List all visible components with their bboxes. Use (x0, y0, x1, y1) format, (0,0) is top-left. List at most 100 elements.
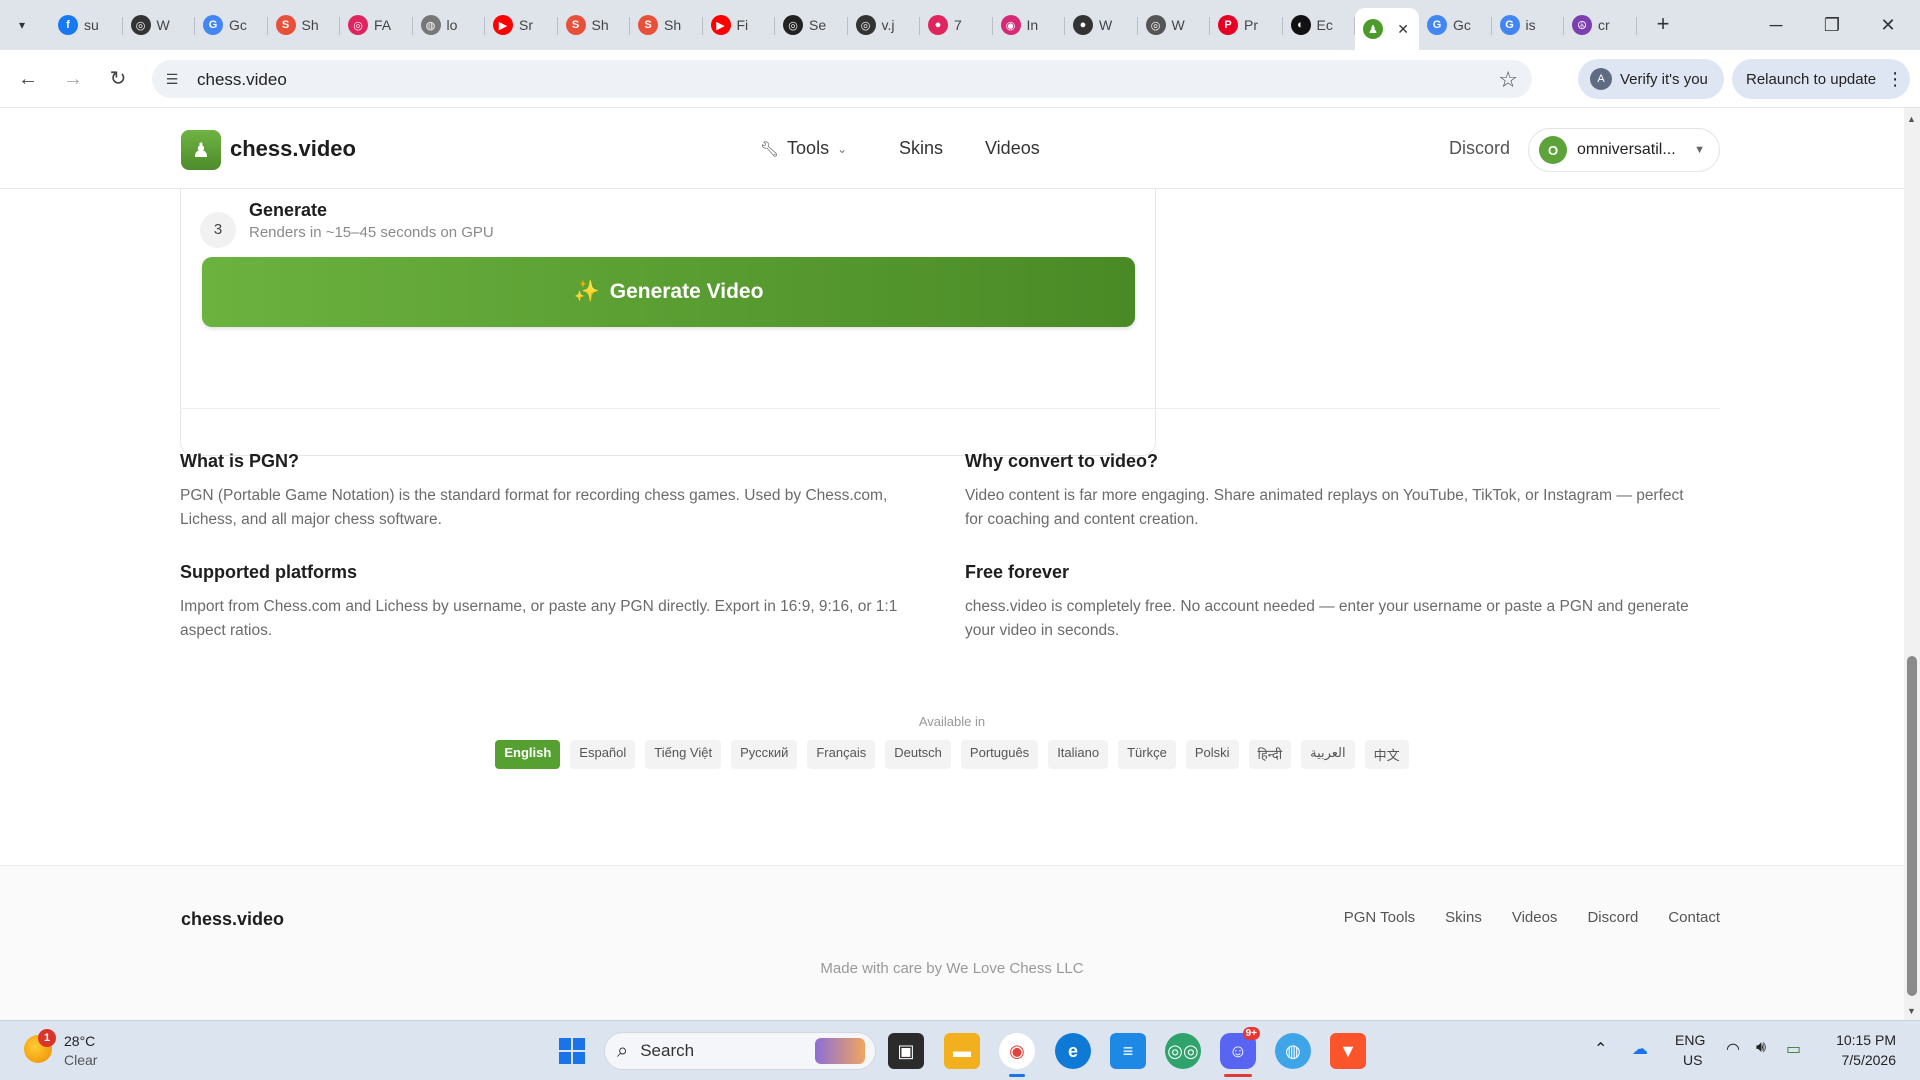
language-option[interactable]: Русский (731, 740, 798, 769)
brave-icon[interactable]: ▼ (1330, 1033, 1366, 1069)
wifi-icon[interactable]: ◠ (1726, 1039, 1740, 1059)
browser-tab[interactable]: ◍ lo (413, 8, 485, 42)
chess-pawn-logo-icon[interactable]: ♟ (181, 130, 221, 170)
nav-skins[interactable]: Skins (899, 138, 943, 159)
browser-tab[interactable]: Gis (1492, 8, 1564, 42)
relaunch-update-button[interactable]: Relaunch to update ⋮ (1732, 59, 1910, 99)
browser-tab[interactable]: ◎ v.j (848, 8, 920, 42)
notepad-icon[interactable]: ≡ (1110, 1033, 1146, 1069)
language-option[interactable]: Italiano (1048, 740, 1109, 769)
tab-title: 7 (954, 17, 962, 33)
user-menu-button[interactable]: O omniversatil... ▼ (1528, 128, 1720, 172)
language-selector: English Español Tiếng Việt Русский Français D… (0, 740, 1904, 769)
browser-tab[interactable]: P Pr (1210, 8, 1283, 42)
language-option[interactable]: Português (960, 740, 1039, 769)
clock-date[interactable]: 7/5/2026 (1832, 1052, 1897, 1068)
language-option[interactable]: हिन्दी (1248, 740, 1292, 769)
edge-icon[interactable]: e (1055, 1033, 1091, 1069)
weather-temperature: 28°C (64, 1033, 96, 1049)
show-hidden-icons-chevron-icon[interactable]: ⌃ (1594, 1039, 1607, 1059)
browser-tab-strip: ▾ f su ◎ W G Gc S Sh ◎ FA ◍ lo ▶ Sr S Sh S Sh ▶ Fi ◎ Se ◎ v.j ● 7… (0, 0, 1920, 50)
browser-tab[interactable]: S Sh (558, 8, 630, 42)
browser-tab[interactable]: ◎ FA (340, 8, 413, 42)
nav-tools-dropdown[interactable]: 🔧︎ Tools ⌄ (760, 138, 847, 159)
browser-tab[interactable]: ● 7 (920, 8, 993, 42)
site-info-icon[interactable]: ☰ (162, 69, 182, 89)
footer-link[interactable]: Videos (1512, 909, 1558, 926)
browser-tab[interactable]: ◉ In (993, 8, 1065, 42)
file-explorer-icon[interactable]: ▬ (944, 1033, 980, 1069)
browser-tab[interactable]: ☮ cr (1564, 8, 1637, 42)
input-language-bottom[interactable]: US (1683, 1052, 1702, 1068)
scroll-down-arrow-icon[interactable]: ▼ (1907, 1006, 1916, 1016)
language-option[interactable]: Türkçe (1118, 740, 1176, 769)
language-option[interactable]: Polski (1185, 740, 1239, 769)
site-logo-text[interactable]: chess.video (230, 136, 356, 162)
minimize-icon[interactable]: ─ (1756, 10, 1796, 40)
browser-tab[interactable]: G Gc (195, 8, 268, 42)
close-window-icon[interactable]: ✕ (1868, 10, 1908, 40)
volume-icon[interactable]: 🔊︎ (1756, 1039, 1766, 1057)
input-language-top[interactable]: ENG (1675, 1032, 1705, 1048)
footer-link[interactable]: PGN Tools (1344, 909, 1415, 926)
tab-title: v.j (881, 17, 895, 33)
generate-video-button[interactable]: ✨ Generate Video (202, 257, 1135, 327)
browser-tab[interactable]: ♟ ✕ (1355, 8, 1419, 50)
weather-widget[interactable]: 1 28°C Clear (24, 1029, 134, 1073)
task-view-icon[interactable]: ▣ (888, 1033, 924, 1069)
browser-tab[interactable]: ● W (1065, 8, 1138, 42)
chrome-icon[interactable]: ◉ (999, 1033, 1035, 1069)
windows-start-icon[interactable] (554, 1033, 590, 1069)
user-name: omniversatil... (1577, 141, 1676, 158)
url-text[interactable]: chess.video (197, 70, 287, 90)
browser-tab[interactable]: ◐ Ec (1283, 8, 1355, 42)
language-option[interactable]: 中文 (1364, 740, 1409, 769)
tripadvisor-owl-icon[interactable]: ◎◎ (1165, 1033, 1201, 1069)
language-option[interactable]: Deutsch (885, 740, 951, 769)
nav-videos[interactable]: Videos (985, 138, 1040, 159)
browser-tab[interactable]: S Sh (630, 8, 703, 42)
discord-icon[interactable]: ☺ 9+ (1220, 1027, 1260, 1069)
new-tab-plus-icon[interactable]: + (1650, 12, 1676, 38)
browser-tab[interactable]: f su (50, 8, 123, 42)
onedrive-cloud-icon[interactable]: ☁ (1632, 1039, 1648, 1059)
page-scrollbar[interactable]: ▲ ▼ (1904, 108, 1920, 1020)
address-bar[interactable]: ☰ chess.video ☆ (152, 60, 1532, 98)
language-option[interactable]: Français (807, 740, 876, 769)
browser-tab[interactable]: ◎ Se (775, 8, 848, 42)
bookmark-star-icon[interactable]: ☆ (1498, 67, 1518, 93)
browser-tab[interactable]: S Sh (268, 8, 340, 42)
back-arrow-icon[interactable]: ← (14, 65, 42, 93)
tab-search-chevron-icon[interactable]: ▾ (8, 11, 36, 39)
reload-icon[interactable]: ↻ (104, 65, 132, 93)
taskbar-search-box[interactable]: ⌕ Search (604, 1032, 876, 1070)
close-tab-icon[interactable]: ✕ (1397, 21, 1409, 38)
record-icon: ● (928, 15, 948, 35)
language-option[interactable]: Español (570, 740, 636, 769)
footer-brand[interactable]: chess.video (181, 909, 284, 930)
globe-app-icon[interactable]: ◍ (1275, 1033, 1311, 1069)
browser-tab[interactable]: ◎ W (123, 8, 195, 42)
footer-link[interactable]: Skins (1445, 909, 1482, 926)
language-option[interactable]: العربية (1301, 740, 1355, 769)
browser-tab[interactable]: ◎ W (1138, 8, 1210, 42)
footer-link[interactable]: Discord (1587, 909, 1638, 926)
forward-arrow-icon[interactable]: → (59, 65, 87, 93)
step-title: Generate (249, 200, 328, 220)
tab-title: Sh (664, 17, 682, 33)
more-menu-icon[interactable]: ⋮ (1886, 69, 1904, 90)
footer-link[interactable]: Contact (1668, 909, 1720, 926)
browser-tab[interactable]: G Gc (1419, 8, 1492, 42)
browser-tab[interactable]: ▶ Sr (485, 8, 558, 42)
browser-tab[interactable]: ▶ Fi (703, 8, 775, 42)
clock-time[interactable]: 10:15 PM (1832, 1032, 1896, 1048)
restore-icon[interactable]: ❐ (1812, 10, 1852, 40)
language-option[interactable]: Tiếng Việt (645, 740, 722, 769)
battery-icon[interactable]: ▭ (1786, 1039, 1801, 1059)
tab-title: Gc (229, 17, 247, 33)
scroll-up-arrow-icon[interactable]: ▲ (1907, 114, 1916, 124)
language-option[interactable]: English (495, 740, 561, 769)
scrollbar-thumb[interactable] (1907, 656, 1917, 996)
verify-identity-button[interactable]: A Verify it's you (1578, 59, 1724, 99)
nav-discord[interactable]: Discord (1449, 138, 1510, 159)
